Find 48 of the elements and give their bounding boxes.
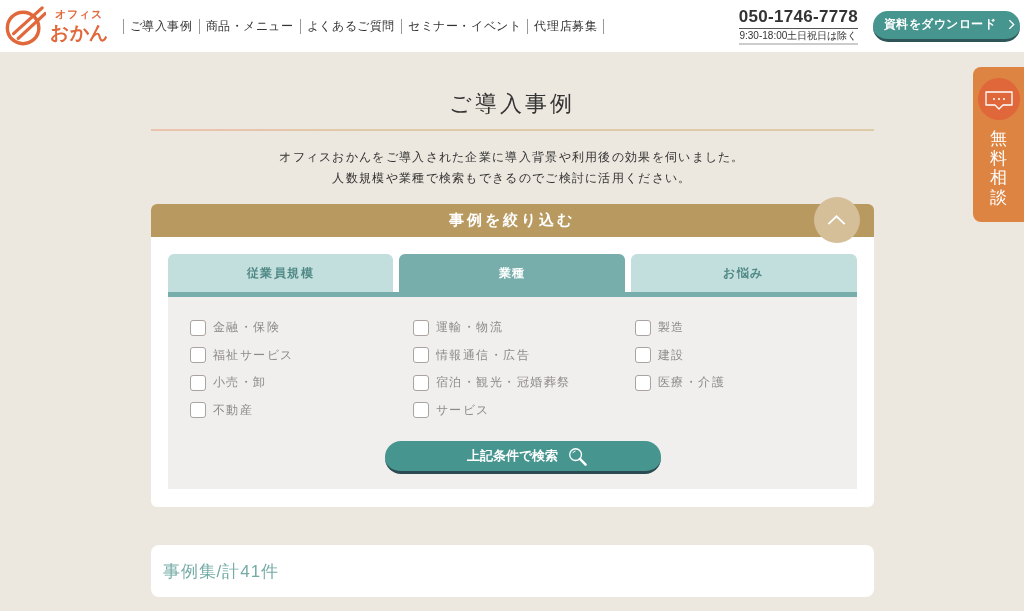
filter-tab[interactable]: お悩み — [630, 254, 857, 292]
checkbox[interactable] — [189, 374, 206, 391]
checkbox-label[interactable]: 製造 — [657, 320, 685, 336]
checkbox[interactable] — [189, 319, 206, 336]
checkbox-label[interactable]: 金融・保険 — [212, 320, 280, 336]
description-text: オフィスおかんをご導入された企業に導入背景や利用後の効果を伺いました。 — [278, 150, 746, 165]
checkbox-label[interactable]: 小売・卸 — [212, 375, 267, 391]
search-icon — [568, 446, 587, 466]
nav-link[interactable]: 商品・メニュー — [199, 18, 301, 34]
logo-icon — [4, 5, 46, 47]
phone-number: 050-1746-7778 — [738, 7, 858, 29]
checkbox-label[interactable]: サービス — [435, 402, 490, 418]
business-hours: 9:30-18:00土日祝日は除く — [738, 30, 858, 42]
checkbox-label[interactable]: 建設 — [657, 347, 685, 363]
download-button[interactable]: 資料をダウンロード — [873, 10, 1020, 42]
checkbox[interactable] — [412, 347, 429, 364]
nav-link[interactable]: セミナー・イベント — [401, 18, 529, 34]
consultation-tab[interactable]: 無料相談 — [973, 67, 1024, 222]
brand-name: おかん — [50, 21, 109, 44]
checkbox[interactable] — [189, 347, 206, 364]
nav-link[interactable]: ご導入事例 — [123, 18, 200, 34]
brand-subtitle: オフィス — [55, 8, 103, 21]
checkbox-label[interactable]: 宿泊・観光・冠婚葬祭 — [435, 375, 571, 391]
checkbox-label[interactable]: 福祉サービス — [212, 347, 294, 363]
checkbox-label[interactable]: 情報通信・広告 — [435, 347, 530, 363]
filter-tab[interactable]: 従業員規模 — [167, 254, 394, 292]
checkbox-label[interactable]: 不動産 — [212, 402, 253, 418]
filter-tab[interactable]: 業種 — [399, 254, 625, 292]
checkbox-label[interactable]: 医療・介護 — [657, 375, 725, 391]
checkbox[interactable] — [189, 402, 206, 419]
page-title: ご導入事例 — [448, 90, 576, 118]
chevron-up-icon — [827, 215, 846, 225]
results-heading: 事例集/計41件 — [162, 560, 280, 583]
chevron-right-icon — [1008, 19, 1016, 30]
description-text: 人数規模や業種で検索もできるのでご検討に活用ください。 — [331, 171, 693, 186]
filter-title: 事例を絞り込む — [449, 211, 575, 230]
search-button[interactable]: 上記条件で検索 — [385, 441, 661, 474]
nav-link[interactable]: 代理店募集 — [528, 18, 605, 34]
checkbox-label[interactable]: 運輸・物流 — [435, 320, 503, 336]
checkbox[interactable] — [634, 347, 651, 364]
chat-bubble-icon — [977, 78, 1020, 120]
checkbox[interactable] — [412, 374, 429, 391]
checkbox[interactable] — [634, 374, 651, 391]
checkbox[interactable] — [412, 319, 429, 336]
checkbox[interactable] — [634, 319, 651, 336]
nav-link[interactable]: よくあるご質問 — [300, 18, 402, 34]
collapse-button[interactable] — [813, 197, 860, 243]
checkbox[interactable] — [412, 402, 429, 419]
